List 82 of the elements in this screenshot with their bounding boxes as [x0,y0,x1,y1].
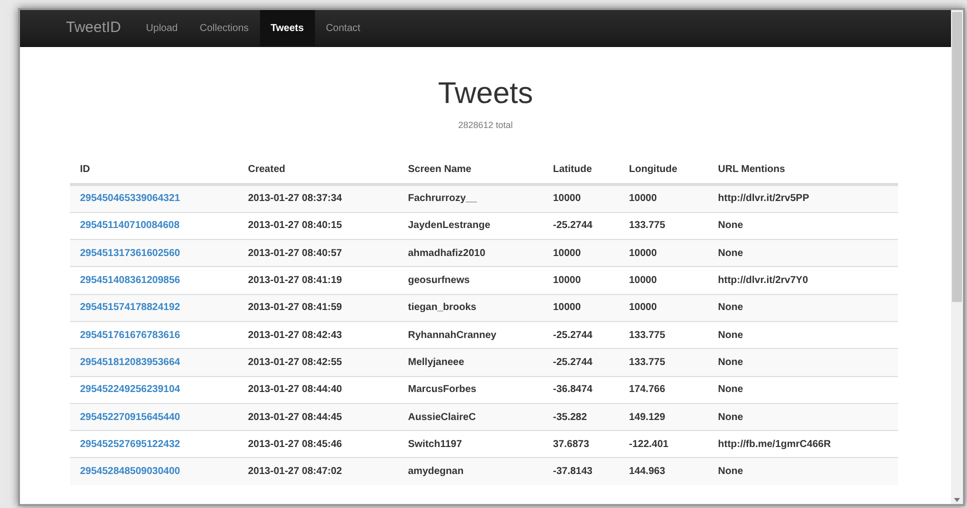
page-heading: Tweets [438,79,534,109]
table-cell-text: 2013-01-27 08:40:15 [248,219,343,234]
table-cell-text: 2013-01-27 08:37:34 [248,192,343,206]
table-cell-text: AussieClaireC [408,410,477,425]
table-cell-text: -35.282 [553,410,588,425]
tweet-id-link[interactable]: 295452249256239104 [80,382,248,398]
table-cell-text: Fachrurrozy__ [408,192,478,206]
table-cell-text: None [718,328,744,343]
tweet-id-link[interactable]: 295451761676783616 [80,328,248,343]
column-header: ID [80,163,91,177]
table-cell-text: 10000 [553,246,582,261]
table-cell-text: http://dlvr.it/2rv7Y0 [718,274,810,288]
table-cell-text: tiegan_brooks [408,301,478,316]
tweet-id-link[interactable]: 295451574178824192 [80,300,248,316]
column-header: URL Mentions [718,163,786,177]
table-cell-text: http://fb.me/1gmrC466R [718,438,832,452]
total-count: 2828612 total [458,119,513,132]
table-cell-text: amydegnan [408,465,465,480]
column-header: Screen Name [408,163,472,177]
table-cell-text: 2013-01-27 08:47:02 [248,465,343,480]
table-cell-text: 10000 [553,274,582,288]
table-cell-text: RyhannahCranney [408,328,498,343]
table-cell-text: Switch1197 [408,438,463,452]
table-cell-text: -25.2744 [553,219,594,234]
scroll-down-icon[interactable] [954,498,960,502]
table-cell-text: MarcusForbes [408,383,478,398]
tweet-id-link[interactable]: 295452270915645440 [80,410,248,425]
table-cell-text: -122.401 [629,438,670,452]
tweet-id-link[interactable]: 295450465339064321 [80,191,248,206]
nav-link[interactable]: Upload [135,10,189,46]
table-cell-text: 37.6873 [553,438,590,452]
table-cell-text: None [718,246,744,261]
table-cell-text: http://dlvr.it/2rv5PP [718,192,810,206]
scrollbar[interactable] [951,10,963,504]
table-cell-text: ahmadhafiz2010 [408,246,486,261]
table-cell-text: -36.8474 [553,383,594,398]
table-cell-text: 133.775 [629,219,666,234]
column-header: Latitude [553,163,593,177]
scrollbar-thumb[interactable] [952,12,962,302]
table-cell-text: 133.775 [629,328,666,343]
table-cell-text: None [718,356,744,370]
column-header: Created [248,163,286,177]
table-cell-text: 2013-01-27 08:44:45 [248,410,343,425]
table-cell-text: -25.2744 [553,356,594,370]
table-cell-text: 2013-01-27 08:41:19 [248,274,343,288]
table-cell-text: 10000 [629,192,658,206]
table-cell-text: 2013-01-27 08:45:46 [248,438,343,452]
table-cell-text: Mellyjaneee [408,356,466,370]
table-cell-text: geosurfnews [408,274,471,288]
table-cell-text: 10000 [553,301,582,316]
table-cell-text: -37.8143 [553,465,594,480]
nav-link[interactable]: Contact [314,10,372,46]
table-cell-text: -25.2744 [553,328,594,343]
table-cell-text: 2013-01-27 08:42:55 [248,356,343,370]
table-cell-text: None [718,301,744,316]
table-cell-text: 10000 [553,192,582,206]
tweet-id-link[interactable]: 295451140710084608 [80,218,248,234]
tweet-id-link[interactable]: 295451408361209856 [80,273,248,288]
table-cell-text: 174.766 [629,383,666,398]
table-cell-text: 10000 [629,301,658,316]
tweet-id-link[interactable]: 295452527695122432 [80,436,248,452]
table-cell-text: None [718,465,744,480]
tweet-id-link[interactable]: 295452848509030400 [80,464,248,480]
table-cell-text: 2013-01-27 08:40:57 [248,246,343,261]
table-cell-text: 133.775 [629,356,666,370]
table-cell-text: None [718,219,744,234]
table-cell-text: 149.129 [629,410,666,425]
nav-link[interactable]: Collections [188,10,260,46]
table-cell-text: JaydenLestrange [408,219,492,234]
table-cell-text: 2013-01-27 08:41:59 [248,301,343,316]
table-cell-text: 10000 [629,274,658,288]
table-cell-text: 2013-01-27 08:42:43 [248,328,343,343]
table-cell-text: 2013-01-27 08:44:40 [248,383,343,398]
tweet-id-link[interactable]: 295451812083953664 [80,354,248,370]
table-cell-text: None [718,410,744,425]
nav-link[interactable]: Tweets [260,10,315,46]
brand-link[interactable]: TweetID [66,10,136,46]
table-cell-text: 144.963 [629,465,666,480]
table-cell-text: None [718,383,744,398]
table-cell-text: 10000 [629,246,658,261]
column-header: Longitude [629,163,678,177]
tweet-id-link[interactable]: 295451317361602560 [80,246,248,261]
